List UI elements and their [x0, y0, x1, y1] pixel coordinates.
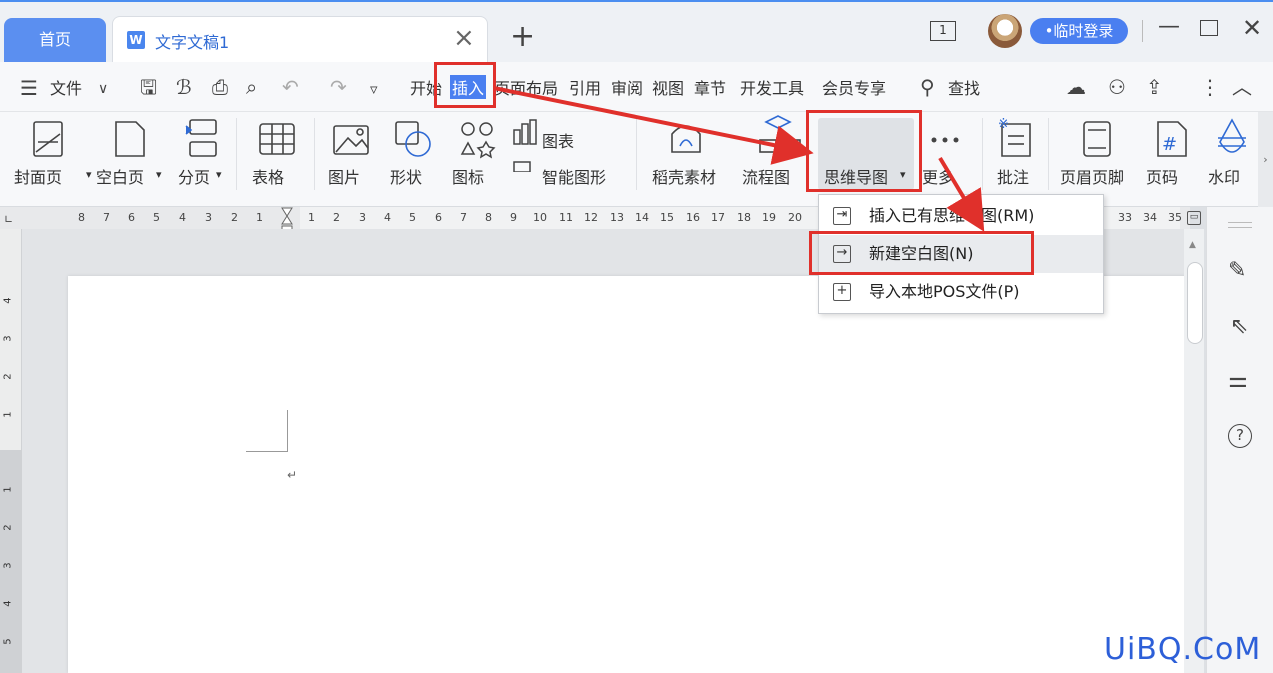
annotation-arrows [493, 86, 985, 232]
site-watermark: UiBQ.CoM [1104, 632, 1262, 667]
arrow-to-mind-map [493, 86, 814, 165]
arrow-to-new-blank [938, 156, 985, 232]
